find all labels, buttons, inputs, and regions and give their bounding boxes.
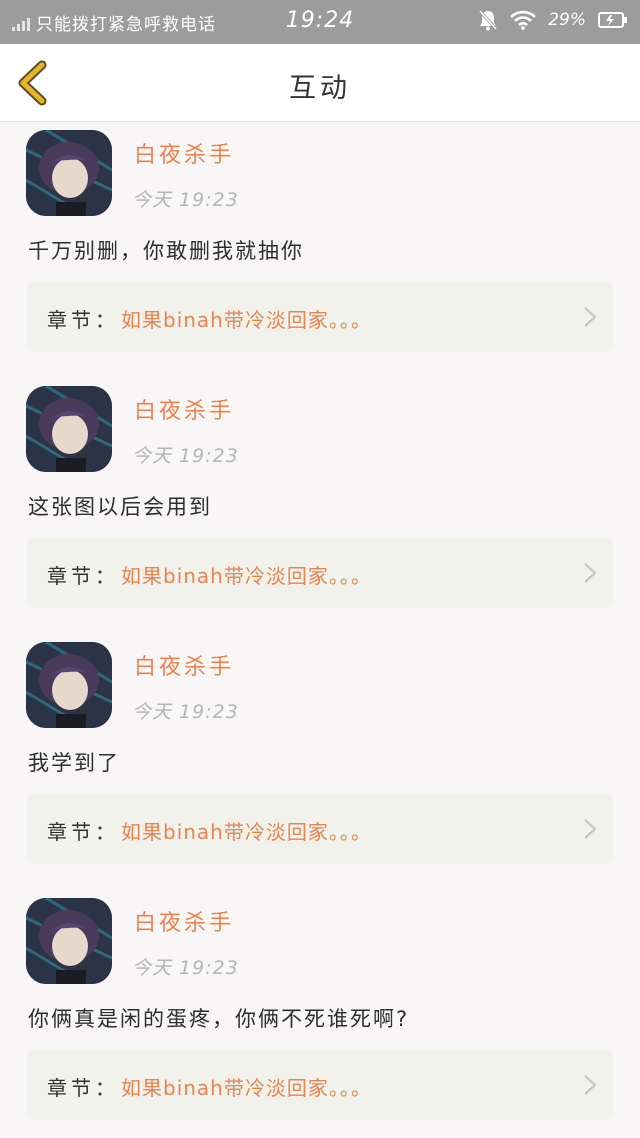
comment-text: 我学到了 (28, 751, 120, 775)
comment-post: 白夜杀手 今天 19:23 千万别删，你敢删我就抽你 章节： 如果binah带冷… (0, 123, 640, 379)
comment-text: 你俩真是闲的蛋疼，你俩不死谁死啊? (28, 1007, 410, 1031)
chevron-right-icon (584, 1075, 597, 1095)
username[interactable]: 白夜杀手 (134, 905, 234, 937)
chevron-right-icon (584, 819, 597, 839)
avatar[interactable] (26, 642, 112, 728)
post-time: 今天 19:23 (132, 701, 239, 723)
comment-post: 白夜杀手 今天 19:23 你俩真是闲的蛋疼，你俩不死谁死啊? 章节： 如果bi… (0, 891, 640, 1138)
chapter-link[interactable]: 章节： 如果binah带冷淡回家。。。 (27, 794, 613, 864)
avatar[interactable] (26, 130, 112, 216)
username[interactable]: 白夜杀手 (134, 137, 234, 169)
comment-post: 白夜杀手 今天 19:23 我学到了 章节： 如果binah带冷淡回家。。。 (0, 635, 640, 891)
post-time: 今天 19:23 (132, 189, 239, 211)
username[interactable]: 白夜杀手 (134, 649, 234, 681)
chapter-name: 如果binah带冷淡回家。。。 (121, 308, 372, 332)
chapter-link[interactable]: 章节： 如果binah带冷淡回家。。。 (27, 282, 613, 352)
status-bar: 只能拨打紧急呼救电话 19:24 29% (0, 0, 640, 44)
wifi-icon (510, 10, 537, 30)
username[interactable]: 白夜杀手 (134, 393, 234, 425)
nav-bar: 互动 (0, 44, 640, 122)
chapter-label: 章节： (47, 308, 119, 332)
avatar[interactable] (26, 386, 112, 472)
interaction-feed: 白夜杀手 今天 19:23 千万别删，你敢删我就抽你 章节： 如果binah带冷… (0, 123, 640, 1138)
page-title: 互动 (289, 73, 351, 104)
chapter-name: 如果binah带冷淡回家。。。 (121, 820, 372, 844)
chevron-right-icon (584, 307, 597, 327)
chapter-label: 章节： (47, 820, 119, 844)
battery-text: 29% (548, 10, 586, 30)
chapter-link[interactable]: 章节： 如果binah带冷淡回家。。。 (27, 1050, 613, 1120)
chapter-name: 如果binah带冷淡回家。。。 (121, 1076, 372, 1100)
comment-text: 千万别删，你敢删我就抽你 (28, 239, 304, 263)
post-time: 今天 19:23 (132, 445, 239, 467)
chapter-link[interactable]: 章节： 如果binah带冷淡回家。。。 (27, 538, 613, 608)
comment-text: 这张图以后会用到 (28, 495, 212, 519)
chevron-right-icon (584, 563, 597, 583)
chapter-label: 章节： (47, 1076, 119, 1100)
chapter-name: 如果binah带冷淡回家。。。 (121, 564, 372, 588)
mute-bell-icon (478, 9, 498, 31)
post-time: 今天 19:23 (132, 957, 239, 979)
comment-post: 白夜杀手 今天 19:23 这张图以后会用到 章节： 如果binah带冷淡回家。… (0, 379, 640, 635)
chapter-label: 章节： (47, 564, 119, 588)
battery-icon (598, 11, 628, 29)
avatar[interactable] (26, 898, 112, 984)
